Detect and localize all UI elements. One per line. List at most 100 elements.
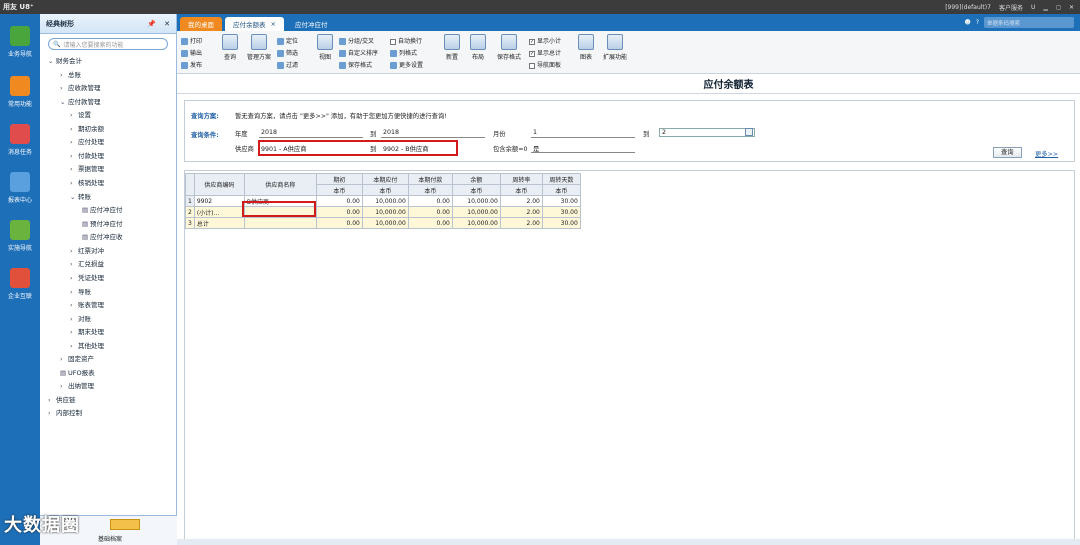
manage-scheme-button[interactable]: 管理方案 xyxy=(245,34,273,61)
rail-report-center[interactable]: 报表中心 xyxy=(0,172,40,204)
cell-payable[interactable]: 10,000.00 xyxy=(361,217,409,229)
sidebar-tree-item[interactable]: ▤ 应付冲应收 xyxy=(82,232,123,242)
sidebar-tree-item[interactable]: › 其他处理 xyxy=(70,341,104,351)
save-layout-button[interactable]: 保存格式 xyxy=(495,34,523,61)
show-total-checkbox[interactable]: ✓ 显示总计 xyxy=(529,48,561,57)
sidebar-tree-item[interactable]: › 期末处理 xyxy=(70,327,104,337)
function-search-input[interactable]: 🔍 请输入您要搜索的功能 xyxy=(48,38,168,50)
sidebar-tree-item[interactable]: › 期初余额 xyxy=(70,124,104,134)
cell-opening[interactable]: 0.00 xyxy=(315,195,363,207)
sidebar-close-icon[interactable]: ✕ xyxy=(164,20,170,28)
chart-button[interactable]: 图表 xyxy=(575,34,597,61)
extension-button[interactable]: 扩展功能 xyxy=(601,34,629,61)
sidebar-tree-item[interactable]: › 固定资产 xyxy=(60,354,94,364)
sidebar-tree-item[interactable]: › 汇兑损益 xyxy=(70,259,104,269)
more-link[interactable]: 更多>> xyxy=(1035,149,1058,158)
col-paid[interactable]: 本期付款 xyxy=(407,173,453,185)
month-to-field[interactable]: 2 xyxy=(659,128,755,137)
sidebar-tree-item[interactable]: ⌄ 应付款管理 xyxy=(60,97,101,107)
u-menu[interactable]: U xyxy=(1031,4,1035,11)
view-button[interactable]: 视图 xyxy=(314,34,336,61)
layout-button[interactable]: 布局 xyxy=(467,34,489,61)
cell-paid[interactable]: 0.00 xyxy=(407,195,453,207)
sidebar-tree-item[interactable]: › 内部控制 xyxy=(48,408,82,418)
cell-turnover-rate[interactable]: 2.00 xyxy=(499,217,543,229)
sidebar-tree-item[interactable]: ⌄ 转账 xyxy=(70,192,91,202)
help-icon[interactable]: ? xyxy=(976,19,979,26)
col-turnover-rate[interactable]: 周转率 xyxy=(499,173,543,185)
custom-sort-button[interactable]: 自定义排序 xyxy=(339,48,378,57)
close-icon[interactable]: ✕ xyxy=(1069,4,1074,11)
print-button[interactable]: 打印 xyxy=(181,36,202,45)
col-balance[interactable]: 余额 xyxy=(451,173,501,185)
col-payable[interactable]: 本期应付 xyxy=(361,173,409,185)
cell-balance[interactable]: 10,000.00 xyxy=(451,206,501,218)
sidebar-tree-item[interactable]: › 应付处理 xyxy=(70,137,104,147)
sidebar-tree-item[interactable]: › 设置 xyxy=(70,110,91,120)
cell-vendor-code[interactable]: (小计)... xyxy=(193,206,245,218)
sidebar-tree-item[interactable]: ▤ 预付冲应付 xyxy=(82,219,123,229)
sidebar-tree-item[interactable]: › 出纳管理 xyxy=(60,381,94,391)
user-icon[interactable]: ☻ xyxy=(965,19,971,26)
auto-wrap-checkbox[interactable]: 自动换行 xyxy=(390,36,422,45)
cell-paid[interactable]: 0.00 xyxy=(407,217,453,229)
sidebar-tree-item[interactable]: › 总账 xyxy=(60,70,81,80)
export-button[interactable]: 输出 xyxy=(181,48,202,57)
col-turnover-days[interactable]: 周转天数 xyxy=(541,173,581,185)
tab-my-desktop[interactable]: 我的桌面 xyxy=(180,17,222,31)
rail-common-functions[interactable]: 常用功能 xyxy=(0,76,40,108)
sidebar-tree-item[interactable]: › 票据管理 xyxy=(70,164,104,174)
sidebar-tree-item[interactable]: › 账表管理 xyxy=(70,300,104,310)
column-format-button[interactable]: 列格式 xyxy=(390,48,417,57)
locate-button[interactable]: 定位 xyxy=(277,36,298,45)
sidebar-tree-item[interactable]: › 红票对冲 xyxy=(70,246,104,256)
basic-archive-button[interactable] xyxy=(110,519,140,530)
sidebar-tree-item[interactable]: › 付款处理 xyxy=(70,151,104,161)
cell-payable[interactable]: 10,000.00 xyxy=(361,206,409,218)
publish-button[interactable]: 发布 xyxy=(181,60,202,69)
nav-panel-checkbox[interactable]: 导航面板 xyxy=(529,60,561,69)
col-vendor-code[interactable]: 供应商编码 xyxy=(193,173,245,196)
sidebar-tree-item[interactable]: ⌄ 财务会计 xyxy=(48,56,82,66)
cell-turnover-days[interactable]: 30.00 xyxy=(541,206,581,218)
tab-close-icon[interactable]: × xyxy=(271,20,276,28)
cell-turnover-rate[interactable]: 2.00 xyxy=(499,195,543,207)
sidebar-tree-item[interactable]: ▤ 应付冲应付 xyxy=(82,205,123,215)
sidebar-tree-item[interactable]: › 导账 xyxy=(70,287,91,297)
cell-vendor-name[interactable] xyxy=(243,217,317,229)
month-picker-icon[interactable] xyxy=(745,128,753,136)
show-subtotal-checkbox[interactable]: ✓ 显示小计 xyxy=(529,36,561,45)
sidebar-tree-item[interactable]: ▤ UFO报表 xyxy=(60,368,95,378)
cell-vendor-code[interactable]: 9902 xyxy=(193,195,245,207)
filter-button[interactable]: 筛选 xyxy=(277,48,298,57)
cell-opening[interactable]: 0.00 xyxy=(315,217,363,229)
cell-turnover-days[interactable]: 30.00 xyxy=(541,195,581,207)
customer-service-menu[interactable]: 客户服务 xyxy=(999,3,1023,12)
rail-implementation[interactable]: 实施导航 xyxy=(0,220,40,252)
tab-payable-offset[interactable]: 应付冲应付 xyxy=(287,17,336,31)
bottom-item-label[interactable]: 基础档案 xyxy=(98,534,122,543)
filter2-button[interactable]: 过滤 xyxy=(277,60,298,69)
cell-opening[interactable]: 0.00 xyxy=(315,206,363,218)
query-button[interactable]: 查询 xyxy=(219,34,241,61)
cell-paid[interactable]: 0.00 xyxy=(407,206,453,218)
col-vendor-name[interactable]: 供应商名称 xyxy=(243,173,317,196)
cell-turnover-days[interactable]: 30.00 xyxy=(541,217,581,229)
group-cross-button[interactable]: 分组/交叉 xyxy=(339,36,374,45)
cell-payable[interactable]: 10,000.00 xyxy=(361,195,409,207)
cell-balance[interactable]: 10,000.00 xyxy=(451,195,501,207)
sidebar-tree-item[interactable]: › 凭证处理 xyxy=(70,273,104,283)
sidebar-tree-item[interactable]: › 核销处理 xyxy=(70,178,104,188)
cell-vendor-code[interactable]: 总计 xyxy=(193,217,245,229)
tab-payable-balance[interactable]: 应付余额表 × xyxy=(225,17,284,31)
pin-icon[interactable]: 📌 xyxy=(147,20,156,28)
sidebar-tree-item[interactable]: › 对账 xyxy=(70,314,91,324)
cell-balance[interactable]: 10,000.00 xyxy=(451,217,501,229)
sidebar-tree-item[interactable]: › 供应链 xyxy=(48,395,76,405)
rail-business-nav[interactable]: 业务导航 xyxy=(0,26,40,58)
rail-enterprise[interactable]: 企业互联 xyxy=(0,268,40,300)
rail-messages[interactable]: 消息任务 xyxy=(0,124,40,156)
new-doc-button[interactable]: 新置 xyxy=(441,34,463,61)
query-button-main[interactable]: 查询 xyxy=(993,147,1022,158)
col-opening[interactable]: 期初 xyxy=(315,173,363,185)
